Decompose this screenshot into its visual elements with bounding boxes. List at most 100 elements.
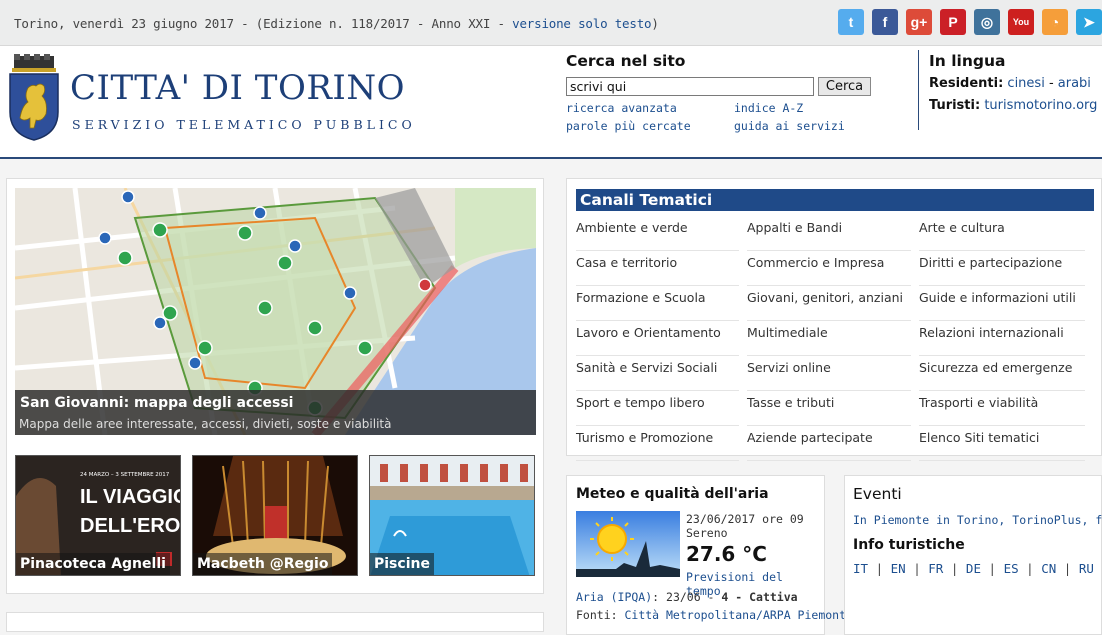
feature-description: Mappa delle aree interessate, accessi, d… <box>19 417 392 431</box>
temperature: 27.6 °C <box>686 542 767 566</box>
sources-link[interactable]: Città Metropolitana/ARPA Piemonte <box>624 608 852 622</box>
twitter-icon[interactable]: t <box>838 9 864 35</box>
popular-words-link[interactable]: parole più cercate <box>566 119 691 133</box>
advanced-search-link[interactable]: ricerca avanzata <box>566 101 677 115</box>
separator: | <box>1094 561 1102 576</box>
top-bar: Torino, venerdì 23 giugno 2017 - (Edizio… <box>0 0 1102 46</box>
channel-link[interactable]: Casa e territorio <box>576 251 739 286</box>
piemonte-events-link[interactable]: In Piemonte in Torino <box>853 513 998 527</box>
channel-link[interactable]: Ambiente e verde <box>576 216 739 251</box>
events-box: Eventi In Piemonte in Torino, TorinoPlus… <box>844 475 1102 635</box>
channel-link[interactable]: Arte e cultura <box>919 216 1085 251</box>
site-title[interactable]: CITTA' DI TORINO <box>70 68 405 108</box>
facebook-icon[interactable]: f <box>872 9 898 35</box>
channel-link[interactable]: Formazione e Scuola <box>576 286 739 321</box>
lower-panel <box>6 612 544 632</box>
search-heading: Cerca nel sito <box>566 52 686 70</box>
site-search: Cerca nel sito Cerca ricerca avanzata in… <box>566 50 906 133</box>
separator: | <box>905 561 929 576</box>
telegram-icon[interactable]: ➤ <box>1076 9 1102 35</box>
language-box: In lingua Residenti: cinesi - arabi Turi… <box>929 52 1098 113</box>
channel-link[interactable]: Tasse e tributi <box>747 391 911 426</box>
thumb-label: Macbeth @Regio <box>193 553 333 575</box>
language-link[interactable]: FR <box>928 561 943 576</box>
channel-link[interactable]: Sanità e Servizi Sociali <box>576 356 739 391</box>
weather-heading: Meteo e qualità dell'aria <box>576 486 769 502</box>
separator: | <box>980 561 1004 576</box>
tourist-languages: IT | EN | FR | DE | ES | CN | RU | JP <box>853 561 1102 576</box>
youtube-icon[interactable]: You <box>1008 9 1034 35</box>
language-link[interactable]: ES <box>1004 561 1019 576</box>
chinese-residents-link[interactable]: cinesi <box>1007 76 1044 91</box>
az-index-link[interactable]: indice A-Z <box>734 101 803 115</box>
channel-link[interactable]: Turismo e Promozione <box>576 426 739 461</box>
language-link[interactable]: IT <box>853 561 868 576</box>
channel-link[interactable]: Aziende partecipate <box>747 426 911 461</box>
fotoblog-link[interactable]: fotoblog <box>1095 513 1102 527</box>
channel-link[interactable]: Servizi online <box>747 356 911 391</box>
map-caption: San Giovanni: mappa degli accessi Mappa … <box>15 390 536 435</box>
arab-residents-link[interactable]: arabi <box>1058 76 1091 91</box>
separator: | <box>1056 561 1079 576</box>
poster-title-line1: IL VIAGGIO <box>80 486 181 508</box>
events-heading: Eventi <box>853 485 902 503</box>
highlights-panel: San Giovanni: mappa degli accessi Mappa … <box>6 178 544 594</box>
thumb-macbeth[interactable]: Macbeth @Regio <box>192 455 358 576</box>
tourism-link[interactable]: turismotorino.org <box>984 98 1097 113</box>
thumb-pinacoteca[interactable]: 24 MARZO – 3 SETTEMBRE 2017 IL VIAGGIO D… <box>15 455 181 576</box>
channel-link[interactable]: Multimediale <box>747 321 911 356</box>
language-link[interactable]: CN <box>1041 561 1056 576</box>
site-subtitle: SERVIZIO TELEMATICO PUBBLICO <box>72 117 416 132</box>
channel-link[interactable]: Giovani, genitori, anziani <box>747 286 911 321</box>
thematic-channels: Canali Tematici Ambiente e verde Appalti … <box>566 178 1102 461</box>
channel-link[interactable]: Sport e tempo libero <box>576 391 739 426</box>
services-guide-link[interactable]: guida ai servizi <box>734 119 845 133</box>
channel-link[interactable]: Appalti e Bandi <box>747 216 911 251</box>
thumb-label: Pinacoteca Agnelli <box>16 553 170 575</box>
weather-condition: Sereno <box>686 526 728 540</box>
thumb-piscine[interactable]: Piscine <box>369 455 535 576</box>
poster-dates: 24 MARZO – 3 SETTEMBRE 2017 <box>80 472 170 478</box>
feature-title[interactable]: San Giovanni: mappa degli accessi <box>20 395 293 411</box>
thumb-label: Piscine <box>370 553 434 575</box>
channel-link[interactable]: Commercio e Impresa <box>747 251 911 286</box>
instagram-icon[interactable]: ◎ <box>974 9 1000 35</box>
divider <box>918 50 919 130</box>
channel-link[interactable]: Elenco Siti tematici <box>919 426 1085 461</box>
site-header: CITTA' DI TORINO SERVIZIO TELEMATICO PUB… <box>0 46 1102 159</box>
pinterest-icon[interactable]: P <box>940 9 966 35</box>
separator: | <box>868 561 891 576</box>
tourist-info-heading: Info turistiche <box>853 537 965 553</box>
channel-link[interactable]: Relazioni internazionali <box>919 321 1085 356</box>
air-quality-link[interactable]: Aria (IPQA) <box>576 590 652 604</box>
social-links: t f g+ P ◎ You ◔ ➤ <box>838 9 1102 35</box>
channel-link[interactable]: Sicurezza ed emergenze <box>919 356 1085 391</box>
language-link[interactable]: EN <box>891 561 906 576</box>
edition-date: Torino, venerdì 23 giugno 2017 - (Edizio… <box>14 16 659 31</box>
search-button[interactable]: Cerca <box>818 77 871 96</box>
language-link[interactable]: RU <box>1079 561 1094 576</box>
language-heading: In lingua <box>929 52 1006 70</box>
sunny-weather-icon <box>576 511 680 577</box>
channel-link[interactable]: Diritti e partecipazione <box>919 251 1085 286</box>
events-links: In Piemonte in Torino, TorinoPlus, fotob… <box>853 513 1102 527</box>
weather-sources: Fonti: Città Metropolitana/ARPA Piemonte <box>576 608 853 622</box>
torinoplus-link[interactable]: TorinoPlus <box>1012 513 1081 527</box>
language-link[interactable]: DE <box>966 561 981 576</box>
poster-title-line2: DELL'EROE <box>80 515 181 537</box>
feature-map[interactable]: San Giovanni: mappa degli accessi Mappa … <box>15 188 536 435</box>
channels-heading: Canali Tematici <box>576 189 1094 211</box>
channel-link[interactable]: Trasporti e viabilità <box>919 391 1085 426</box>
torino-crest-icon[interactable] <box>6 52 62 144</box>
separator: | <box>1018 561 1042 576</box>
rss-icon[interactable]: ◔ <box>1042 9 1068 35</box>
channel-link[interactable]: Lavoro e Orientamento <box>576 321 739 356</box>
text-only-link[interactable]: versione solo testo <box>512 16 651 31</box>
search-input[interactable] <box>566 77 814 96</box>
weather-datetime: 23/06/2017 ore 09 Sereno <box>686 512 804 540</box>
separator: | <box>943 561 966 576</box>
weather-box: Meteo e qualità dell'aria 23/06/2017 ore… <box>566 475 853 635</box>
air-quality: Aria (IPQA): 23/06 - 4 - Cattiva <box>576 590 798 604</box>
googleplus-icon[interactable]: g+ <box>906 9 932 35</box>
channel-link[interactable]: Guide e informazioni utili <box>919 286 1085 321</box>
